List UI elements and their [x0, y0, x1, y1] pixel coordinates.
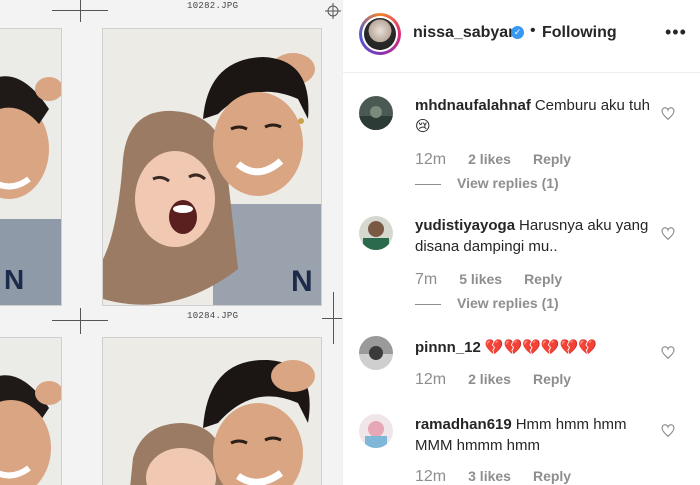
comment-likes[interactable]: 2 likes [468, 371, 511, 389]
photo-thumbnail: N [0, 28, 62, 306]
separator: • [530, 22, 536, 39]
crop-mark [80, 308, 81, 334]
comment-text: pinnn_12 💔💔💔💔💔💔 [415, 337, 665, 358]
comment-username[interactable]: mhdnaufalahnaf [415, 97, 531, 114]
comment-meta: 12m 3 likes Reply [415, 468, 571, 485]
following-button[interactable]: Following [542, 24, 617, 42]
comment-time: 12m [415, 151, 447, 168]
reply-button[interactable]: Reply [524, 271, 562, 289]
view-replies-label: View replies (1) [457, 295, 559, 311]
comment-text: yudistiyayoga Harusnya aku yang disana da… [415, 215, 665, 257]
file-label: 10284.JPG [187, 311, 239, 321]
crop-mark [80, 0, 81, 22]
photo-contact-sheet: 10282.JPG 10284.JPG N N [0, 0, 342, 485]
comments-panel: nissa_sabyan ✓ • Following ••• mhdnaufal… [342, 0, 700, 485]
comment-likes[interactable]: 3 likes [468, 468, 511, 485]
like-heart-icon[interactable] [661, 227, 675, 241]
comment-likes[interactable]: 2 likes [468, 151, 511, 169]
comment-text: mhdnaufalahnaf Cemburu aku tuh😢 [415, 95, 665, 137]
comment-username[interactable]: ramadhan619 [415, 416, 512, 433]
like-heart-icon[interactable] [661, 107, 675, 121]
comment-meta: 12m 2 likes Reply [415, 151, 571, 169]
file-label: 10282.JPG [187, 1, 239, 11]
avatar[interactable] [359, 13, 401, 55]
post-header: nissa_sabyan ✓ • Following ••• [343, 0, 700, 73]
reply-button[interactable]: Reply [533, 151, 571, 169]
avatar[interactable] [359, 96, 393, 130]
photo-thumbnail [0, 337, 62, 485]
registration-mark-icon [325, 3, 341, 19]
reply-button[interactable]: Reply [533, 371, 571, 389]
comment-time: 12m [415, 371, 447, 388]
comment-likes[interactable]: 5 likes [459, 271, 502, 289]
like-heart-icon[interactable] [661, 424, 675, 438]
comment-meta: 7m 5 likes Reply [415, 271, 562, 289]
svg-text:N: N [291, 265, 313, 298]
verified-badge-icon: ✓ [511, 26, 524, 39]
photo-main: N [102, 28, 322, 306]
avatar[interactable] [359, 216, 393, 250]
comment-time: 12m [415, 468, 447, 485]
more-options-icon[interactable]: ••• [665, 22, 687, 43]
photo-main [102, 337, 322, 485]
crop-mark [322, 318, 342, 319]
comment-text: ramadhan619 Hmm hmm hmm MMM hmmm hmm [415, 414, 665, 456]
view-replies-button[interactable]: View replies (1) [415, 175, 559, 191]
svg-text:N: N [4, 264, 24, 295]
comment-time: 7m [415, 271, 438, 288]
avatar[interactable] [359, 414, 393, 448]
comment-body: 💔💔💔💔💔💔 [484, 339, 597, 356]
view-replies-label: View replies (1) [457, 175, 559, 191]
reply-button[interactable]: Reply [533, 468, 571, 485]
comment-username[interactable]: yudistiyayoga [415, 217, 515, 234]
post-author-username[interactable]: nissa_sabyan [413, 24, 518, 42]
avatar[interactable] [359, 336, 393, 370]
like-heart-icon[interactable] [661, 346, 675, 360]
comment-username[interactable]: pinnn_12 [415, 339, 481, 356]
view-replies-button[interactable]: View replies (1) [415, 295, 559, 311]
comment-meta: 12m 2 likes Reply [415, 371, 571, 389]
